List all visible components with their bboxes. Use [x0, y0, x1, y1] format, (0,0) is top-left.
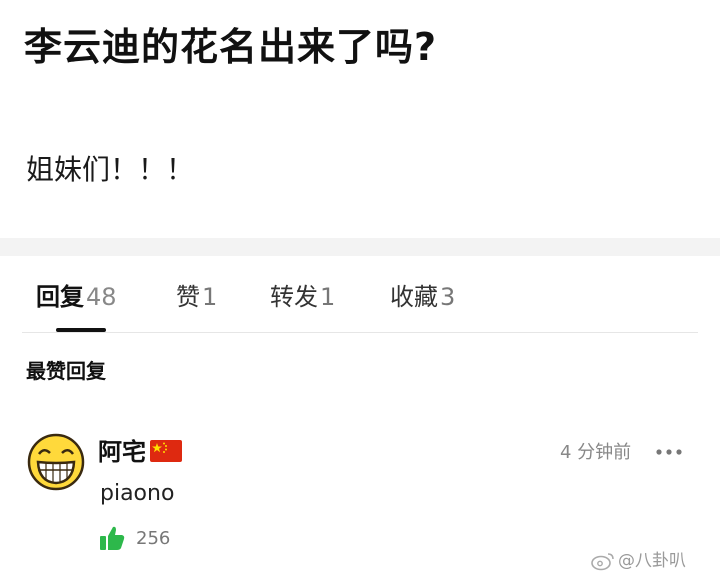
- user-avatar[interactable]: [26, 432, 86, 492]
- tab-count: 48: [86, 283, 117, 311]
- tab-favorites[interactable]: 收藏3: [390, 280, 455, 314]
- tab-reposts[interactable]: 转发1: [270, 280, 335, 314]
- tab-count: 1: [202, 283, 218, 311]
- tab-likes[interactable]: 赞1: [176, 280, 217, 314]
- post-content: 李云迪的花名出来了吗? 姐妹们！！！: [0, 0, 720, 238]
- comment-timestamp: 4 分钟前: [560, 442, 632, 463]
- grinning-face-icon: [27, 433, 85, 491]
- tab-label: 回复: [36, 283, 84, 311]
- china-flag-icon: [150, 440, 182, 462]
- tab-label: 转发: [270, 283, 318, 311]
- comment-username[interactable]: 阿宅: [98, 436, 146, 468]
- comment-text: piaono: [100, 481, 175, 506]
- post-title: 李云迪的花名出来了吗?: [24, 25, 438, 69]
- top-replies-heading: 最赞回复: [26, 359, 106, 383]
- like-count: 256: [136, 528, 171, 549]
- post-body: 姐妹们！！！: [26, 153, 195, 186]
- watermark: @八卦叭: [590, 548, 686, 574]
- section-divider: [0, 238, 720, 256]
- weibo-logo-icon: [591, 553, 614, 571]
- more-options-icon[interactable]: [654, 444, 684, 460]
- tab-label: 赞: [176, 283, 200, 311]
- thumbs-up-icon[interactable]: [98, 524, 126, 552]
- watermark-text: @八卦叭: [618, 551, 686, 571]
- tab-label: 收藏: [390, 283, 438, 311]
- tab-replies[interactable]: 回复48: [36, 280, 117, 314]
- tab-bar: 回复48 赞1 转发1 收藏3: [0, 256, 720, 332]
- tabs-divider: [22, 332, 698, 333]
- tab-count: 3: [440, 283, 456, 311]
- tab-count: 1: [320, 283, 336, 311]
